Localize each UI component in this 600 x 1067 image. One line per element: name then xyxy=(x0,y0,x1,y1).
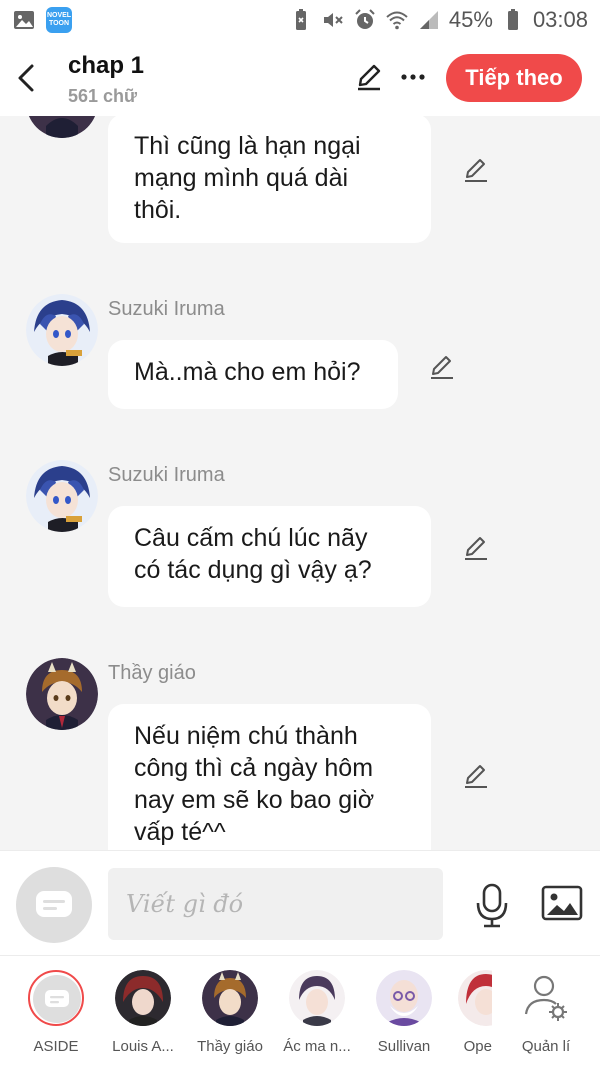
microphone-icon[interactable] xyxy=(470,881,514,929)
aside-toggle-button[interactable] xyxy=(16,867,92,943)
character-thay-giao[interactable]: Thầy giáo xyxy=(188,970,272,1055)
message-line: vấp té^^ xyxy=(134,818,226,846)
battery-icon xyxy=(507,9,518,30)
mute-icon xyxy=(323,13,343,27)
avatar-suzuki-iruma[interactable] xyxy=(26,460,98,532)
message-line: nay em sẽ ko bao giờ xyxy=(134,786,375,814)
chat-bubble-icon xyxy=(33,975,81,1023)
avatar-suzuki-iruma[interactable] xyxy=(26,294,98,366)
speaker-name: Thầy giáo xyxy=(108,662,196,684)
character-label: Louis A... xyxy=(112,1038,174,1055)
message-bubble[interactable]: Thì cũng là hạn ngại mạng mình quá dài t… xyxy=(108,116,431,243)
character-aside[interactable]: ASIDE xyxy=(14,970,98,1055)
more-options-icon[interactable] xyxy=(398,62,428,92)
speaker-name: Suzuki Iruma xyxy=(108,464,225,486)
message-line: công thì cả ngày hôm xyxy=(134,754,374,782)
signal-icon xyxy=(419,11,438,29)
page-title: chap 1 xyxy=(68,52,145,79)
speaker-name: Suzuki Iruma xyxy=(108,298,225,320)
edit-message-icon[interactable] xyxy=(462,762,490,790)
avatar-thay-giao[interactable] xyxy=(26,116,98,138)
edit-message-icon[interactable] xyxy=(462,534,490,562)
manage-characters-button[interactable]: Quản lí xyxy=(504,970,588,1055)
message-line: Nếu niệm chú thành xyxy=(134,722,358,750)
word-count: 561 chữ xyxy=(68,86,138,106)
character-ac-ma[interactable]: Ác ma n... xyxy=(275,970,359,1055)
message-line: Thì cũng là hạn ngại xyxy=(134,132,361,160)
character-label: ASIDE xyxy=(33,1038,79,1055)
character-label: Ác ma n... xyxy=(283,1038,351,1055)
message-bubble[interactable]: Câu cấm chú lúc nãy có tác dụng gì vậy ạ… xyxy=(108,506,431,607)
clock: 03:08 xyxy=(532,7,588,32)
avatar-thay-giao[interactable] xyxy=(26,658,98,730)
chat-bubble-icon xyxy=(36,891,72,917)
chat-area[interactable]: Thì cũng là hạn ngại mạng mình quá dài t… xyxy=(0,116,600,850)
status-bar: NOVEL TOON 45% 03:08 xyxy=(0,0,600,40)
character-louis[interactable]: Louis A... xyxy=(101,970,185,1055)
edit-message-icon[interactable] xyxy=(428,353,456,381)
message-line: Câu cấm chú lúc nãy xyxy=(134,524,368,552)
novel-toon-app-icon: NOVEL TOON xyxy=(46,7,72,33)
back-arrow-icon[interactable] xyxy=(12,60,44,96)
character-ope[interactable]: Ope xyxy=(440,970,492,1055)
user-settings-icon xyxy=(524,975,567,1021)
screen: NOVEL TOON 45% 03:08 chap 1 561 chữ Tiếp … xyxy=(0,0,600,1067)
message-composer xyxy=(0,850,600,956)
gallery-notification-icon xyxy=(14,11,34,29)
message-line: mạng mình quá dài xyxy=(134,164,349,192)
edit-message-icon[interactable] xyxy=(462,156,490,184)
character-label: Thầy giáo xyxy=(197,1038,263,1055)
character-label: Quản lí xyxy=(521,1038,571,1055)
message-line: có tác dụng gì vậy ạ? xyxy=(134,556,372,584)
battery-saver-icon xyxy=(295,9,306,30)
message-line: thôi. xyxy=(134,196,182,224)
next-chapter-button[interactable]: Tiếp theo xyxy=(446,54,582,102)
message-line: Mà..mà cho em hỏi? xyxy=(134,358,361,386)
battery-percent: 45% xyxy=(448,7,493,32)
message-bubble[interactable]: Nếu niệm chú thành công thì cả ngày hôm … xyxy=(108,704,431,850)
alarm-icon xyxy=(355,9,375,29)
character-sullivan[interactable]: Sullivan xyxy=(362,970,446,1055)
chapter-header: chap 1 561 chữ Tiếp theo xyxy=(0,40,600,116)
character-label: Ope xyxy=(463,1038,492,1055)
edit-icon[interactable] xyxy=(354,62,384,92)
message-bubble[interactable]: Mà..mà cho em hỏi? xyxy=(108,340,398,409)
character-label: Sullivan xyxy=(377,1038,431,1055)
wifi-icon xyxy=(386,11,408,30)
image-upload-icon[interactable] xyxy=(540,881,584,925)
character-selector: ASIDE Louis A... Thầy giáo Ác ma n... Su… xyxy=(0,956,600,1067)
message-input[interactable] xyxy=(108,868,443,940)
